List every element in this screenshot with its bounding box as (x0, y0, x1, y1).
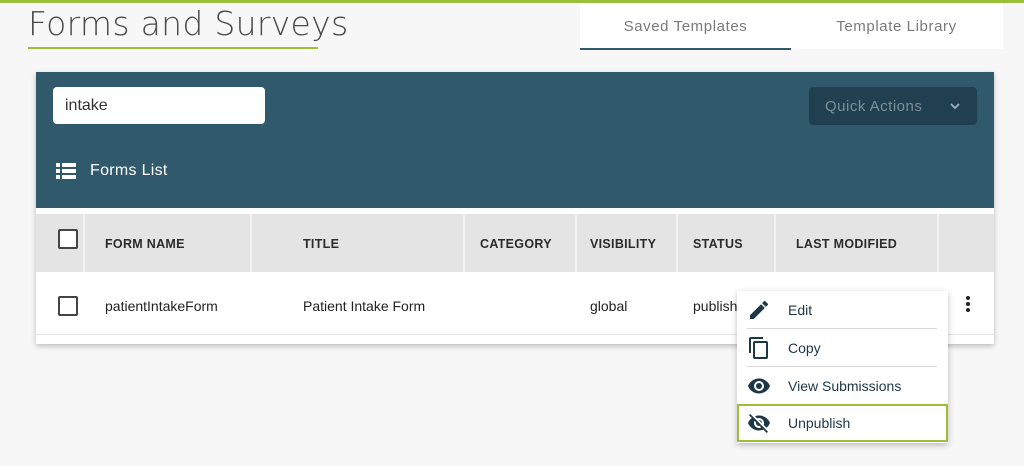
column-divider (774, 214, 776, 272)
chevron-down-icon (950, 103, 960, 110)
search-input[interactable] (53, 87, 265, 124)
menu-item-edit[interactable]: Edit (737, 291, 948, 329)
column-header-last-modified[interactable]: LAST MODIFIED (796, 237, 897, 251)
column-header-form-name[interactable]: FORM NAME (105, 237, 185, 251)
column-divider (463, 214, 465, 272)
column-header-status[interactable]: STATUS (693, 237, 743, 251)
menu-item-view-submissions[interactable]: View Submissions (737, 367, 948, 405)
menu-item-label: Unpublish (788, 415, 851, 431)
eye-off-icon (748, 414, 770, 433)
row-context-menu: Edit Copy View Submissions Unpublish (737, 291, 948, 443)
column-header-title[interactable]: TITLE (303, 237, 339, 251)
card-header: Quick Actions Forms List (36, 72, 994, 208)
quick-actions-label: Quick Actions (825, 97, 923, 115)
select-all-checkbox[interactable] (58, 229, 78, 249)
row-checkbox[interactable] (58, 296, 78, 316)
column-divider (250, 214, 252, 272)
column-divider (575, 214, 577, 272)
eye-icon (748, 378, 770, 394)
menu-item-label: View Submissions (788, 378, 902, 394)
column-header-category[interactable]: CATEGORY (480, 237, 552, 251)
tab-template-library[interactable]: Template Library (791, 3, 1002, 49)
menu-item-copy[interactable]: Copy (737, 329, 948, 367)
column-divider (937, 214, 939, 272)
tab-bar: Saved Templates Template Library (580, 3, 1003, 50)
copy-icon (749, 337, 768, 359)
tab-saved-templates[interactable]: Saved Templates (580, 3, 791, 50)
more-vertical-icon (966, 296, 970, 312)
row-actions-button[interactable] (961, 294, 975, 314)
title-underline (28, 47, 318, 49)
cell-title: Patient Intake Form (303, 298, 426, 314)
forms-list-text: Forms List (90, 162, 168, 179)
column-divider (83, 214, 85, 272)
pencil-icon (750, 300, 768, 319)
forms-list-label: Forms List (56, 162, 168, 180)
column-header-visibility[interactable]: VISIBILITY (590, 237, 656, 251)
menu-item-label: Edit (788, 302, 813, 318)
page-title: Forms and Surveys (28, 4, 349, 43)
cell-visibility: global (590, 298, 628, 314)
column-divider (676, 214, 678, 272)
quick-actions-button[interactable]: Quick Actions (809, 87, 977, 125)
list-icon (56, 163, 76, 179)
menu-item-label: Copy (788, 340, 821, 356)
menu-item-unpublish[interactable]: Unpublish (737, 404, 948, 442)
cell-status: publish (693, 298, 738, 314)
cell-form-name: patientIntakeForm (105, 298, 218, 314)
